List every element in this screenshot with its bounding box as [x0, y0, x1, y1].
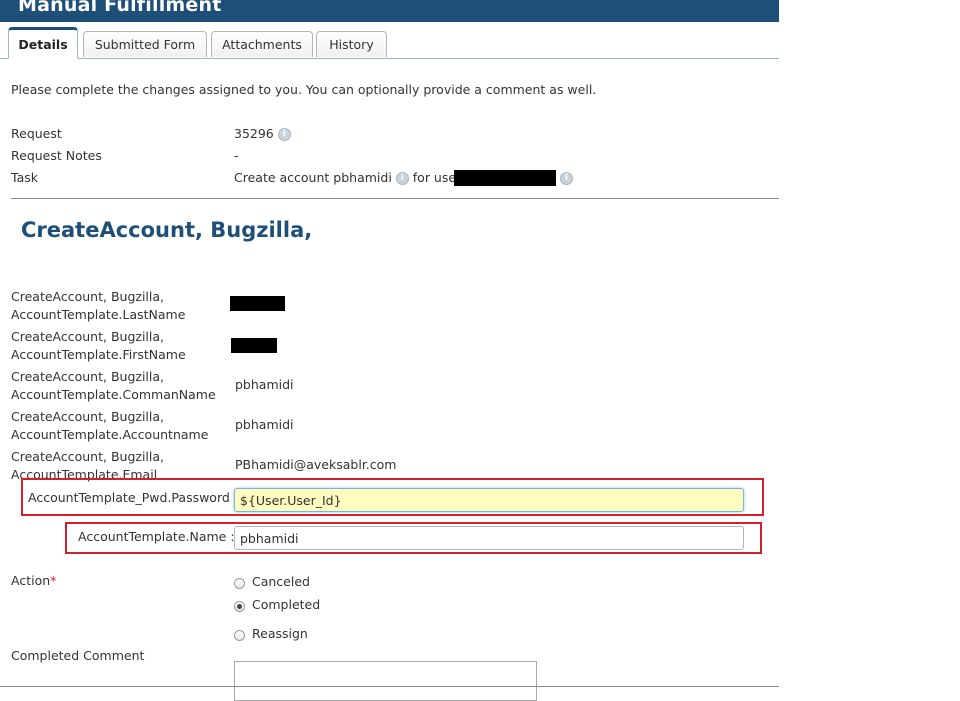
attr-value-accountname: pbhamidi	[235, 417, 294, 432]
action-label: Action*	[11, 573, 56, 588]
attr-label-commanname: CreateAccount, Bugzilla, AccountTemplate…	[11, 369, 216, 402]
comment-label: Completed Comment	[11, 648, 145, 663]
name-input[interactable]	[234, 526, 744, 550]
radio-label-completed[interactable]: Completed	[252, 597, 320, 612]
radio-label-reassign[interactable]: Reassign	[252, 626, 308, 641]
redacted-firstname	[231, 338, 277, 353]
radio-completed[interactable]	[234, 601, 245, 612]
info-icon[interactable]: i	[560, 172, 573, 185]
tab-label: History	[329, 37, 374, 52]
tab-attachments[interactable]: Attachments	[211, 31, 313, 57]
radio-reassign[interactable]	[234, 630, 245, 641]
attr-label-accountname: CreateAccount, Bugzilla, AccountTemplate…	[11, 409, 209, 442]
redacted-user	[454, 170, 556, 186]
intro-text: Please complete the changes assigned to …	[11, 82, 597, 97]
tab-history[interactable]: History	[316, 31, 387, 57]
redacted-lastname	[230, 296, 285, 311]
tab-label: Submitted Form	[94, 37, 196, 52]
task-label: Task	[11, 170, 38, 185]
password-input[interactable]	[234, 488, 744, 512]
info-icon[interactable]: i	[277, 128, 291, 141]
tab-details[interactable]: Details	[8, 27, 78, 59]
request-number: 35296	[234, 126, 274, 141]
radio-canceled[interactable]	[234, 578, 245, 589]
task-value: Create account pbhamidi i for user	[234, 170, 461, 185]
comment-textarea[interactable]	[234, 661, 537, 701]
radio-label-canceled[interactable]: Canceled	[252, 574, 310, 589]
info-icon[interactable]: i	[395, 172, 409, 185]
request-notes-label: Request Notes	[11, 148, 102, 163]
window-titlebar: Manual Fulfillment	[0, 0, 779, 22]
tab-submitted-form[interactable]: Submitted Form	[83, 31, 207, 57]
tab-label: Attachments	[222, 37, 302, 52]
tab-bar: Details Submitted Form Attachments Histo…	[0, 22, 779, 59]
window-title: Manual Fulfillment	[18, 0, 222, 16]
section-title: CreateAccount, Bugzilla,	[21, 218, 313, 242]
attr-value-email: PBhamidi@aveksablr.com	[235, 457, 397, 472]
password-label: AccountTemplate_Pwd.Password :	[28, 490, 238, 505]
task-text: Create account pbhamidi	[234, 170, 392, 185]
attr-label-firstname: CreateAccount, Bugzilla, AccountTemplate…	[11, 329, 186, 362]
attr-label-lastname: CreateAccount, Bugzilla, AccountTemplate…	[11, 289, 186, 322]
radio-selected-dot	[237, 604, 242, 609]
required-mark: *	[50, 573, 57, 588]
tab-label: Details	[18, 36, 68, 52]
request-notes-value: -	[234, 148, 239, 163]
bottom-divider	[0, 686, 779, 687]
divider	[11, 198, 779, 199]
name-label: AccountTemplate.Name :	[78, 529, 235, 544]
attr-value-commanname: pbhamidi	[235, 377, 294, 392]
request-label: Request	[11, 126, 62, 141]
request-value: 35296 i	[234, 126, 291, 141]
attr-label-email: CreateAccount, Bugzilla, AccountTemplate…	[11, 449, 164, 482]
action-label-text: Action	[11, 573, 51, 588]
